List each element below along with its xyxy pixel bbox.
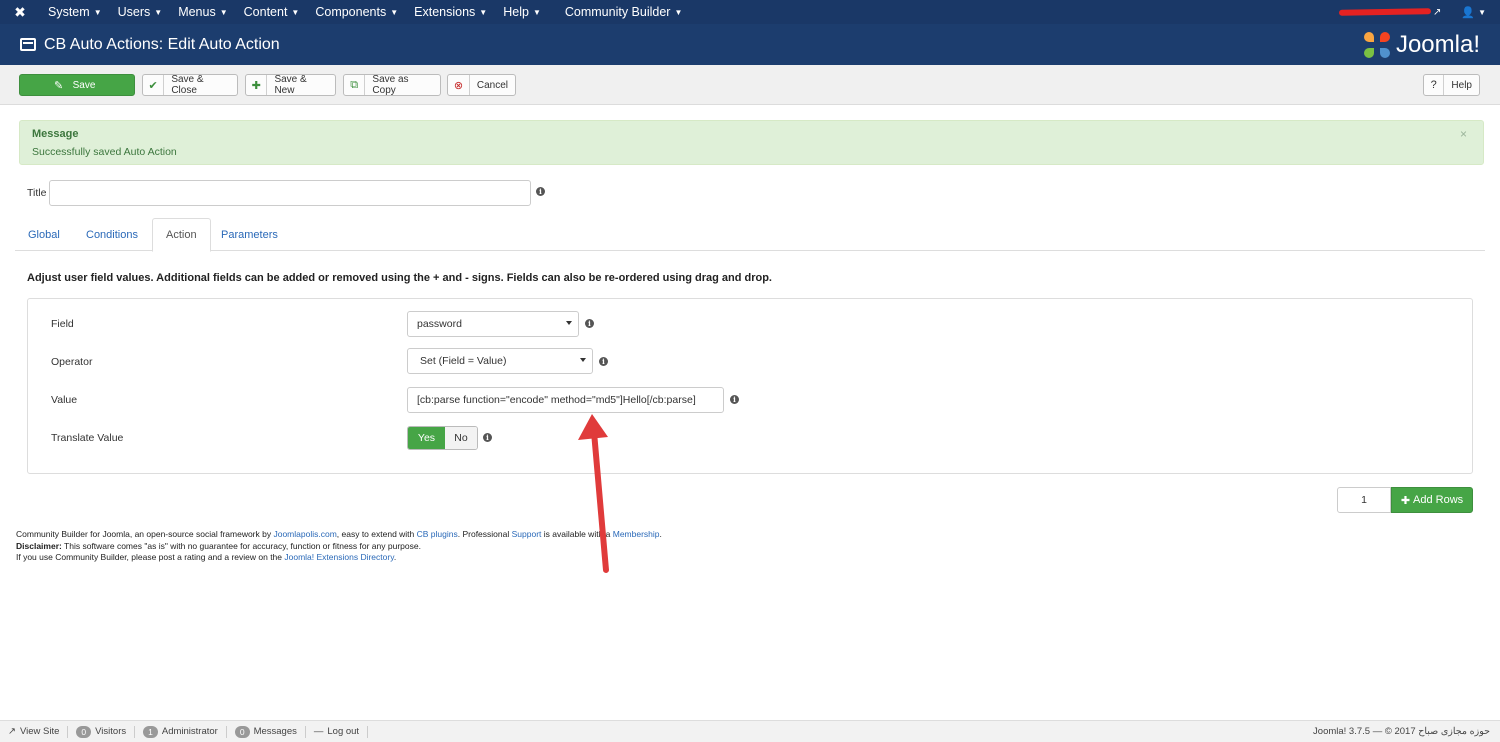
caret-down-icon: ▼: [154, 7, 163, 17]
jed-link[interactable]: Joomla! Extensions Directory: [284, 552, 393, 562]
joomlapolis-link[interactable]: Joomlapolis.com: [273, 529, 336, 539]
message-heading: Message: [32, 128, 79, 140]
list-icon: [20, 38, 36, 51]
user-menu[interactable]: 👤 ▼: [1461, 6, 1486, 19]
tab-global[interactable]: Global: [15, 218, 73, 251]
translate-no-button[interactable]: No: [445, 427, 477, 449]
visitors-status[interactable]: 0 Visitors: [68, 725, 136, 738]
add-rows-button[interactable]: ✚ Add Rows: [1391, 487, 1473, 513]
menu-help[interactable]: Help ▼: [495, 0, 549, 24]
page-title: CB Auto Actions: Edit Auto Action: [44, 35, 280, 53]
menu-components[interactable]: Components ▼: [307, 0, 406, 24]
caret-down-icon: ▼: [291, 7, 300, 17]
cancel-button[interactable]: ⊗ Cancel: [447, 74, 516, 96]
translate-label: Translate Value: [51, 432, 124, 444]
save-new-button[interactable]: ✚ Save & New: [245, 74, 336, 96]
copy-icon: ⧉: [344, 75, 366, 95]
caret-down-icon: ▼: [1478, 7, 1486, 17]
joomla-brand: Joomla!: [1363, 30, 1480, 59]
value-label: Value: [51, 394, 78, 406]
tab-bar: Global Conditions Action Parameters: [15, 218, 1485, 252]
messages-badge: 0: [234, 725, 250, 738]
caret-down-icon: ▼: [532, 7, 541, 17]
save-close-button[interactable]: ✔ Save & Close: [142, 74, 238, 96]
menu-extensions[interactable]: Extensions ▼: [406, 0, 495, 24]
caret-down-icon: ▼: [674, 7, 683, 17]
menu-community-builder[interactable]: Community Builder ▼: [557, 0, 691, 24]
plus-icon: ✚: [246, 75, 268, 95]
cancel-icon: ⊗: [448, 75, 470, 95]
question-icon: ?: [1424, 75, 1445, 95]
chevron-down-icon: [580, 358, 586, 362]
help-button[interactable]: ? Help: [1423, 74, 1480, 96]
chevron-down-icon: [566, 321, 572, 325]
support-link[interactable]: Support: [512, 529, 542, 539]
menu-users[interactable]: Users ▼: [110, 0, 171, 24]
menu-system[interactable]: System ▼: [40, 0, 110, 24]
annotation-arrow: [578, 414, 609, 573]
save-copy-button[interactable]: ⧉ Save as Copy: [343, 74, 441, 96]
main-menu: System ▼ Users ▼ Menus ▼ Content ▼ Component…: [40, 0, 690, 24]
joomla-logo-icon[interactable]: ✖: [0, 4, 40, 21]
plus-icon: ✚: [1400, 494, 1411, 507]
operator-label: Operator: [51, 356, 93, 368]
caret-down-icon: ▼: [219, 7, 228, 17]
check-icon: ✔: [143, 75, 165, 95]
logout-link[interactable]: — Log out: [306, 725, 369, 738]
page-header: CB Auto Actions: Edit Auto Action Joomla…: [0, 24, 1500, 65]
edit-icon: ✎: [53, 79, 64, 92]
copyright-text: Joomla! 3.7.5 — © 2017 حوزه مجازی صباح: [1313, 726, 1490, 737]
topbar-right: ↗ 👤 ▼: [1338, 6, 1500, 19]
status-bar: ↗ View Site 0 Visitors 1 Administrator 0 Mes…: [0, 720, 1500, 742]
user-icon: 👤: [1461, 6, 1476, 19]
translate-toggle[interactable]: Yes No: [407, 426, 478, 450]
title-input[interactable]: [49, 180, 531, 206]
rows-count-input[interactable]: 1: [1337, 487, 1391, 513]
tab-parameters[interactable]: Parameters: [208, 218, 291, 251]
close-icon[interactable]: ×: [1460, 127, 1467, 141]
cb-plugins-link[interactable]: CB plugins: [417, 529, 458, 539]
success-message: Message Successfully saved Auto Action ×: [19, 120, 1484, 165]
external-link-icon: ↗: [8, 726, 16, 737]
caret-down-icon: ▼: [479, 7, 488, 17]
minus-icon: —: [313, 726, 324, 737]
field-select[interactable]: password: [407, 311, 579, 337]
administrator-status[interactable]: 1 Administrator: [135, 725, 227, 738]
toolbar: ✎ Save ✔ Save & Close ✚ Save & New ⧉ Sav…: [0, 65, 1500, 105]
field-row-panel[interactable]: [27, 298, 1473, 474]
menu-menus[interactable]: Menus ▼: [170, 0, 235, 24]
action-description: Adjust user field values. Additional fie…: [27, 272, 772, 284]
tab-action[interactable]: Action: [152, 218, 211, 252]
site-link[interactable]: ↗: [1338, 6, 1442, 18]
visitors-badge: 0: [76, 725, 92, 738]
title-label: Title: [27, 187, 47, 199]
messages-status[interactable]: 0 Messages: [227, 725, 306, 738]
caret-down-icon: ▼: [93, 7, 102, 17]
tab-conditions[interactable]: Conditions: [73, 218, 151, 251]
info-icon[interactable]: i: [585, 319, 594, 328]
save-button[interactable]: ✎ Save: [19, 74, 135, 96]
joomla-wordmark: Joomla!: [1395, 30, 1480, 58]
operator-select[interactable]: Set (Field = Value): [407, 348, 593, 374]
admin-menu-bar: ✖ System ▼ Users ▼ Menus ▼ Content ▼ Compone…: [0, 0, 1500, 24]
translate-yes-button[interactable]: Yes: [408, 427, 445, 449]
admin-badge: 1: [143, 725, 158, 738]
redacted-site-name: [1338, 8, 1432, 16]
info-icon[interactable]: i: [730, 395, 739, 404]
field-label: Field: [51, 318, 74, 330]
message-text: Successfully saved Auto Action: [32, 146, 177, 158]
external-link-icon: ↗: [1432, 6, 1442, 18]
info-icon[interactable]: i: [599, 357, 608, 366]
caret-down-icon: ▼: [390, 7, 399, 17]
view-site-link[interactable]: ↗ View Site: [0, 725, 69, 738]
info-icon[interactable]: i: [536, 187, 545, 196]
joomla-star-icon: [1363, 31, 1390, 58]
info-icon[interactable]: i: [483, 433, 492, 442]
menu-content[interactable]: Content ▼: [236, 0, 308, 24]
